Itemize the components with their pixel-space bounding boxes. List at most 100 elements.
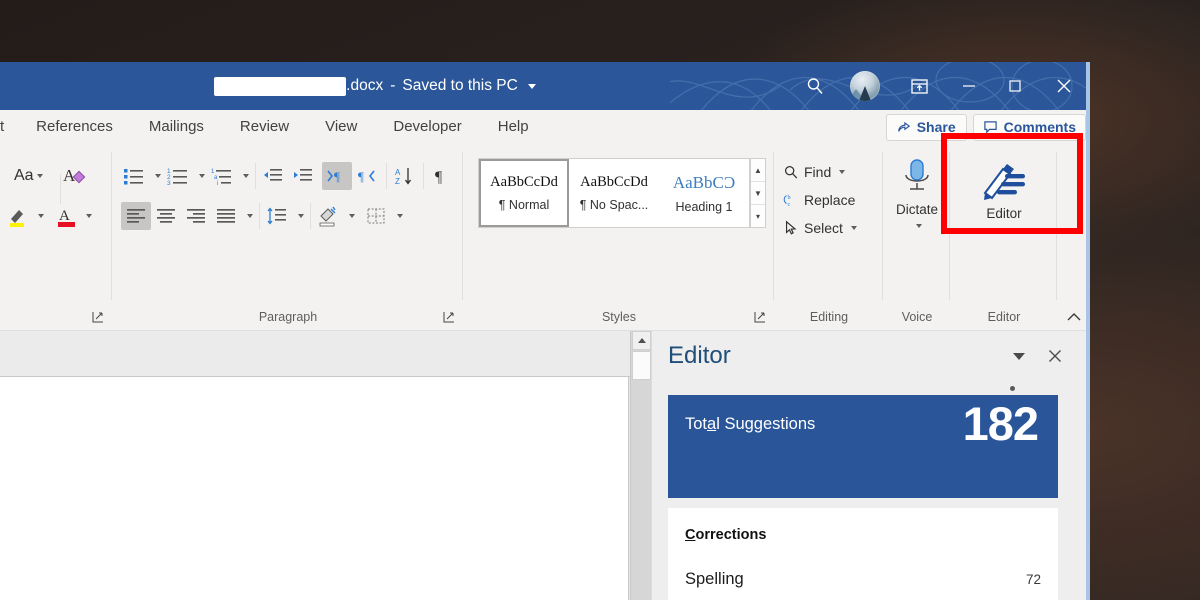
pane-indicator-dot [1010, 386, 1015, 391]
right-to-left-text-direction-icon[interactable]: ¶ [352, 162, 382, 190]
comments-button[interactable]: Comments [973, 114, 1086, 141]
editor-button[interactable]: Editor [951, 162, 1057, 221]
align-left-icon[interactable] [121, 202, 151, 230]
numbered-list-icon[interactable]: 1 2 3 [163, 162, 193, 190]
borders-icon[interactable] [361, 202, 391, 230]
find-button[interactable]: Find [779, 158, 857, 186]
dictate-button[interactable]: Dictate [884, 158, 950, 228]
share-button[interactable]: Share [886, 114, 967, 141]
select-button[interactable]: Select [779, 214, 857, 242]
svg-text:A: A [395, 168, 401, 177]
font-color-caret-icon[interactable] [80, 202, 94, 230]
align-center-icon[interactable] [151, 202, 181, 230]
ribbon-group-editor: Editor Editor [951, 144, 1057, 330]
svg-text:3: 3 [167, 180, 171, 186]
replace-button[interactable]: b c Replace [779, 186, 857, 214]
left-to-right-text-direction-icon[interactable]: ¶ [322, 162, 352, 190]
screen: .docx - Saved to this PC [0, 0, 1200, 600]
change-case-label: Aa [14, 167, 34, 185]
show-formatting-marks-icon[interactable]: ¶ [426, 162, 456, 190]
multilevel-list-icon[interactable]: 1 a i [207, 162, 237, 190]
chevron-down-icon[interactable] [1013, 353, 1025, 360]
tab-clipped[interactable]: t [0, 110, 18, 144]
text-highlight-color-icon[interactable] [6, 203, 32, 229]
document-canvas[interactable] [0, 331, 630, 600]
highlight-color-caret-icon[interactable] [32, 202, 46, 230]
decrease-indent-icon[interactable] [258, 162, 288, 190]
shading-icon[interactable] [313, 202, 343, 230]
bullet-list-caret-icon[interactable] [149, 162, 163, 190]
ribbon-display-options-icon[interactable] [892, 62, 946, 110]
correction-row-spelling[interactable]: Spelling 72 [685, 566, 1041, 592]
sort-icon[interactable]: A Z [389, 162, 419, 190]
gallery-more-icon[interactable]: ▾ [751, 205, 765, 227]
style-item-heading-1[interactable]: AaBbCƆ Heading 1 [659, 159, 749, 227]
close-icon[interactable] [1043, 344, 1067, 368]
align-right-icon[interactable] [181, 202, 211, 230]
styles-gallery[interactable]: AaBbCcDd ¶ Normal AaBbCcDd ¶ No Spac... … [478, 158, 750, 228]
borders-caret-icon[interactable] [391, 202, 405, 230]
share-label: Share [917, 119, 956, 135]
style-item-no-spacing[interactable]: AaBbCcDd ¶ No Spac... [569, 159, 659, 227]
scrollbar-thumb[interactable] [632, 351, 651, 380]
collapse-ribbon-icon[interactable] [1066, 311, 1082, 326]
document-title[interactable]: .docx - Saved to this PC [214, 77, 536, 96]
tab-review[interactable]: Review [222, 110, 307, 144]
document-vertical-scrollbar[interactable] [630, 331, 652, 600]
line-spacing-caret-icon[interactable] [292, 202, 306, 230]
tab-references[interactable]: References [18, 110, 131, 144]
dictate-caret-icon[interactable] [916, 224, 922, 228]
scroll-up-arrow-icon[interactable] [632, 331, 651, 350]
maximize-icon[interactable] [992, 62, 1038, 110]
minimize-icon[interactable] [946, 62, 992, 110]
styles-dialog-launcher[interactable] [754, 311, 766, 323]
search-icon[interactable] [792, 62, 838, 110]
line-spacing-icon[interactable] [262, 202, 292, 230]
bullet-list-icon[interactable] [119, 162, 149, 190]
replace-icon: b c [783, 192, 799, 208]
svg-text:Z: Z [395, 177, 400, 186]
total-suggestions-card[interactable]: Total Suggestions 182 [668, 395, 1058, 498]
editor-pane: Editor Total Suggestions 182 Corrections… [651, 331, 1087, 600]
chevron-down-icon[interactable] [37, 174, 43, 178]
multilevel-list-caret-icon[interactable] [237, 162, 251, 190]
total-suggestions-value: 182 [963, 400, 1038, 447]
ribbon-group-editing: Find b c Replace [775, 144, 883, 330]
svg-text:¶: ¶ [334, 169, 340, 184]
increase-indent-icon[interactable] [288, 162, 318, 190]
correction-count: 72 [1026, 572, 1041, 587]
save-state-label: Saved to this PC [402, 77, 517, 95]
gallery-scroll-up-icon[interactable]: ▲ [751, 159, 765, 182]
word-window: .docx - Saved to this PC [0, 62, 1090, 600]
ribbon-tabs: t References Mailings Review View Develo… [0, 110, 547, 144]
font-color-icon[interactable]: A [54, 203, 80, 229]
editor-pane-title: Editor [668, 342, 731, 370]
account-avatar[interactable] [838, 62, 892, 110]
tab-view[interactable]: View [307, 110, 375, 144]
find-caret-icon[interactable] [839, 170, 845, 174]
document-page[interactable] [0, 377, 629, 600]
numbered-list-caret-icon[interactable] [193, 162, 207, 190]
select-pointer-icon [783, 220, 799, 236]
title-dropdown-caret-icon[interactable] [528, 84, 536, 89]
styles-gallery-scrollbar[interactable]: ▲ ▼ ▾ [750, 158, 766, 228]
style-item-normal[interactable]: AaBbCcDd ¶ Normal [479, 159, 569, 227]
editor-label: Editor [986, 206, 1021, 221]
close-icon[interactable] [1038, 62, 1090, 110]
select-caret-icon[interactable] [851, 226, 857, 230]
shading-caret-icon[interactable] [343, 202, 357, 230]
font-dialog-launcher[interactable] [92, 311, 104, 323]
group-label-styles: Styles [464, 310, 774, 324]
style-name: ¶ No Spac... [580, 198, 649, 212]
paragraph-dialog-launcher[interactable] [443, 311, 455, 323]
gallery-scroll-down-icon[interactable]: ▼ [751, 182, 765, 205]
justify-caret-icon[interactable] [241, 202, 255, 230]
tab-help[interactable]: Help [480, 110, 547, 144]
change-case-button[interactable]: Aa [8, 167, 49, 185]
tab-mailings[interactable]: Mailings [131, 110, 222, 144]
find-label: Find [804, 164, 831, 180]
ribbon: Aa A [0, 144, 1090, 331]
tab-developer[interactable]: Developer [375, 110, 479, 144]
clear-formatting-icon[interactable]: A [61, 162, 91, 190]
justify-icon[interactable] [211, 202, 241, 230]
